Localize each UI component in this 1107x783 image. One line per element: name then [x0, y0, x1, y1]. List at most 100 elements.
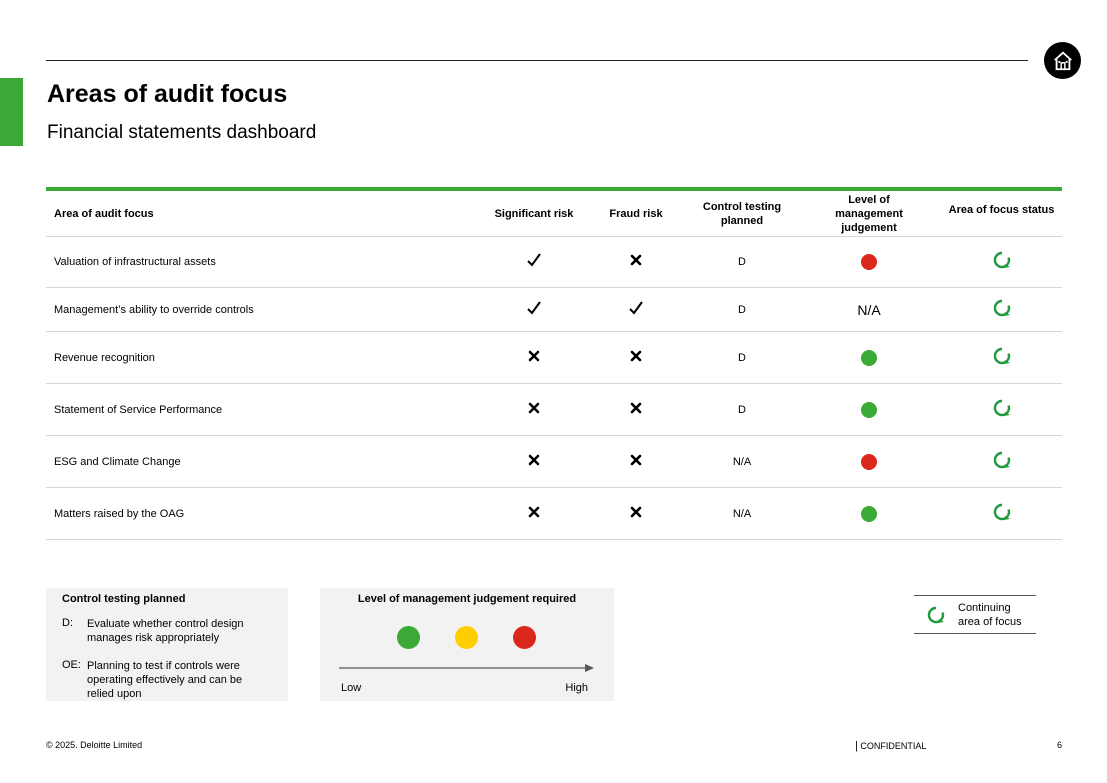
table-row: ESG and Climate Change N/A [46, 436, 1062, 488]
judgement-green-dot [861, 505, 877, 522]
cross-icon [528, 350, 540, 366]
cross-icon [528, 402, 540, 418]
continuing-focus-icon [992, 250, 1012, 274]
control-testing-cell: D [738, 351, 746, 364]
status-legend: Continuing area of focus [914, 595, 1036, 634]
fraud-risk-cell [586, 237, 686, 287]
status-cell [939, 332, 1064, 383]
status-cell [939, 488, 1064, 539]
significant-risk-cell [484, 436, 584, 487]
home-button[interactable] [1044, 42, 1081, 79]
legend-title: Control testing planned [62, 593, 186, 605]
confidential-label: CONFIDENTIAL [860, 741, 927, 751]
scale-arrow [339, 664, 594, 672]
header-control-testing: Control testing planned [702, 200, 782, 227]
cross-icon [528, 506, 540, 522]
fraud-risk-cell [586, 332, 686, 383]
red-dot [513, 626, 536, 649]
continuing-focus-icon [992, 298, 1012, 322]
control-testing-cell: N/A [732, 507, 752, 520]
table-row: Revenue recognition D [46, 332, 1062, 384]
check-icon [526, 300, 542, 320]
fraud-risk-cell [586, 436, 686, 487]
check-icon [628, 300, 644, 320]
cross-icon [630, 350, 642, 366]
footer-confidential: | CONFIDENTIAL [855, 740, 927, 752]
judgement-cell [809, 436, 929, 487]
legend-desc-oe: Planning to test if controls were operat… [87, 660, 243, 700]
header-area: Area of audit focus [54, 207, 154, 220]
scale-low-label: Low [341, 682, 362, 694]
table-row: Statement of Service Performance D [46, 384, 1062, 436]
cross-icon [630, 402, 642, 418]
control-testing-cell: N/A [732, 455, 752, 468]
judgement-cell [809, 237, 929, 287]
scale-high-label: High [565, 682, 588, 694]
fraud-risk-cell [586, 488, 686, 539]
header-focus-status: Area of focus status [948, 204, 1055, 216]
cross-icon [630, 506, 642, 522]
legend-abbr-oe: OE: [62, 659, 81, 671]
area-name: Matters raised by the OAG [54, 507, 185, 520]
header-fraud-risk: Fraud risk [609, 207, 663, 220]
area-name: ESG and Climate Change [54, 455, 181, 468]
control-testing-cell: D [738, 256, 746, 268]
cross-icon [528, 454, 540, 470]
check-icon [526, 252, 542, 272]
legend-desc-d: Evaluate whether control design manages … [87, 618, 244, 644]
cross-icon [630, 454, 642, 470]
judgement-legend: Level of management judgement required L… [320, 588, 614, 701]
continuing-focus-icon [992, 398, 1012, 422]
judgement-cell [809, 384, 929, 435]
significant-risk-cell [484, 332, 584, 383]
page-title: Areas of audit focus [47, 80, 288, 108]
table-row: Valuation of infrastructural assets D [46, 237, 1062, 288]
judgement-green-dot [861, 349, 877, 366]
significant-risk-cell [484, 384, 584, 435]
status-cell [939, 384, 1064, 435]
header-management-judgement: Level of management judgement [835, 193, 903, 234]
cross-icon [630, 254, 642, 270]
judgement-cell: N/A [809, 288, 929, 331]
area-name: Valuation of infrastructural assets [54, 256, 216, 268]
status-cell [939, 436, 1064, 487]
table-header: Area of audit focus Significant risk Fra… [46, 191, 1062, 237]
green-dot [397, 626, 420, 649]
judgement-cell [809, 332, 929, 383]
continuing-focus-icon [992, 450, 1012, 474]
judgement-red-dot [861, 453, 877, 470]
top-rule [46, 60, 1028, 61]
yellow-dot [455, 626, 478, 649]
control-testing-cell: D [738, 303, 746, 316]
fraud-risk-cell [586, 384, 686, 435]
legend-abbr-d: D: [62, 617, 73, 629]
status-cell [939, 288, 1064, 331]
table-body: Valuation of infrastructural assets D Mana… [46, 237, 1062, 540]
control-testing-cell: D [738, 403, 746, 416]
footer-copyright: © 2025. Deloitte Limited [46, 740, 143, 750]
continuing-focus-icon [992, 502, 1012, 526]
area-name: Management’s ability to override control… [54, 303, 254, 316]
continuing-focus-icon [992, 346, 1012, 370]
table-row: Matters raised by the OAG N/A [46, 488, 1062, 540]
judgement-value: N/A [857, 301, 881, 318]
significant-risk-cell [484, 288, 584, 331]
home-icon [1053, 51, 1072, 70]
status-cell [939, 237, 1064, 287]
judgement-cell [809, 488, 929, 539]
judgement-green-dot [861, 401, 877, 418]
audit-focus-table: Area of audit focus Significant risk Fra… [46, 187, 1062, 540]
table-row: Management’s ability to override control… [46, 288, 1062, 332]
control-testing-legend: Control testing planned D: Evaluate whet… [46, 588, 288, 701]
header-significant-risk: Significant risk [494, 207, 574, 220]
judgement-red-dot [861, 254, 877, 270]
page-subtitle: Financial statements dashboard [47, 122, 317, 143]
status-legend-label: Continuing area of focus [958, 602, 1022, 628]
significant-risk-cell [484, 237, 584, 287]
refresh-icon [926, 605, 946, 628]
page-number: 6 [1057, 740, 1063, 750]
fraud-risk-cell [586, 288, 686, 331]
legend-title: Level of management judgement required [357, 593, 577, 605]
area-name: Revenue recognition [54, 351, 155, 364]
section-marker [0, 78, 23, 146]
